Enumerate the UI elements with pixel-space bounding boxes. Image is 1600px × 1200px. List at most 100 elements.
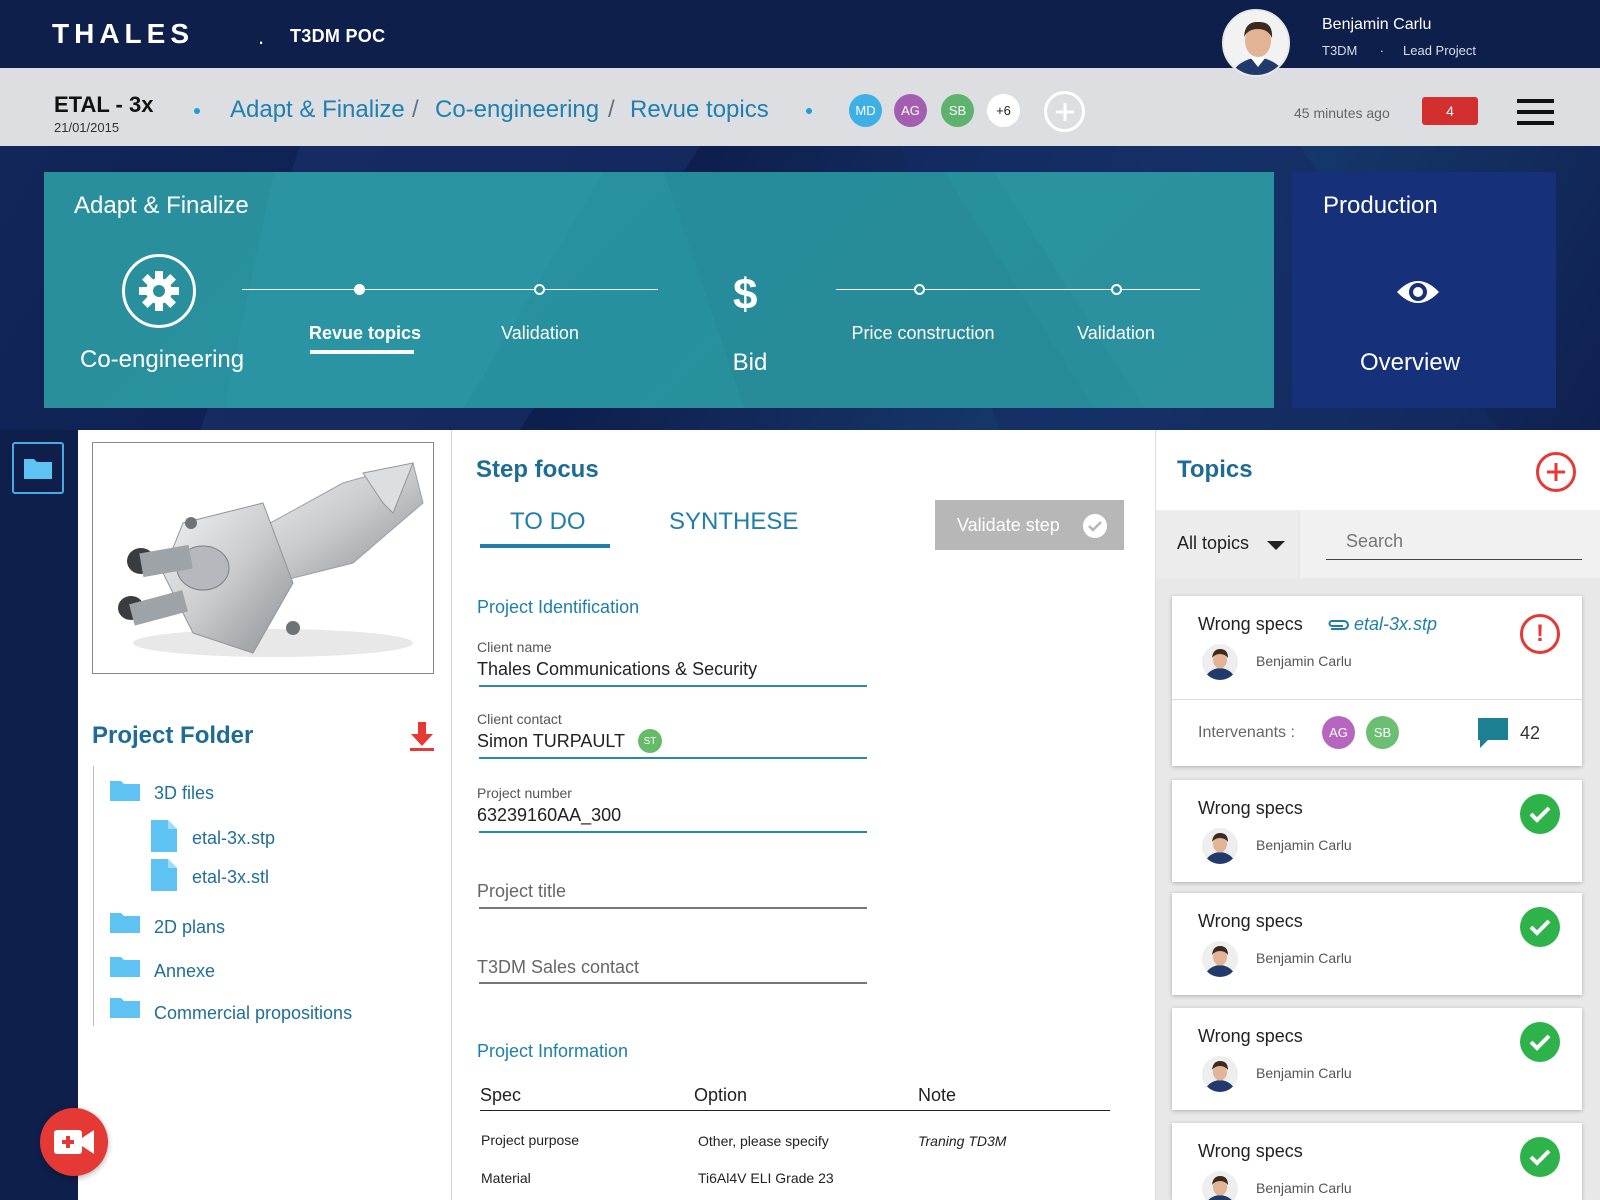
topic-author: Benjamin Carlu <box>1256 837 1352 853</box>
member-avatar-sb[interactable]: SB <box>941 94 974 127</box>
user-organization: T3DM <box>1322 43 1358 58</box>
client-contact-field[interactable]: Simon TURPAULT <box>477 731 625 752</box>
folder-commercial-propositions[interactable]: Commercial propositions <box>154 1003 352 1024</box>
brand-logo: THALES <box>52 18 194 49</box>
intervenant-avatar-ag[interactable]: AG <box>1322 716 1355 749</box>
search-input[interactable] <box>1326 524 1582 560</box>
client-name-field[interactable]: Thales Communications & Security <box>477 659 757 680</box>
user-avatar[interactable] <box>1222 9 1290 77</box>
active-tab-underline <box>480 544 610 548</box>
section-title-information: Project Information <box>477 1041 629 1061</box>
active-step-underline <box>310 350 414 354</box>
coengineering-phase-button[interactable] <box>122 254 196 328</box>
comment-count: 42 <box>1520 723 1541 743</box>
user-role: Lead Project <box>1403 43 1476 58</box>
project-folder-title: Project Folder <box>92 722 254 749</box>
table-cell[interactable]: Ti6Al4V ELI Grade 23 <box>698 1170 834 1186</box>
breadcrumb-item-adapt[interactable]: Adapt & Finalize <box>230 96 405 124</box>
client-name-label: Client name <box>477 639 552 655</box>
step-revue-topics[interactable]: Revue topics <box>300 323 430 344</box>
tab-synthese[interactable]: SYNTHESE <box>669 508 798 536</box>
breadcrumb-item-coengineering[interactable]: Co-engineering <box>435 96 599 124</box>
plus-icon <box>1055 102 1074 121</box>
folder-3d-files[interactable]: 3D files <box>154 783 214 804</box>
start-video-call-button[interactable] <box>40 1108 108 1176</box>
topic-title: Wrong specs <box>1198 1141 1303 1161</box>
folder-icon <box>110 957 140 977</box>
topic-card[interactable]: Wrong specs Benjamin Carlu <box>1172 1008 1582 1110</box>
comment-icon[interactable] <box>1478 718 1508 748</box>
folder-icon <box>110 781 140 801</box>
folder-annexe[interactable]: Annexe <box>154 961 215 982</box>
member-avatar-ag[interactable]: AG <box>894 94 927 127</box>
add-topic-button[interactable] <box>1536 452 1576 492</box>
overview-label[interactable]: Overview <box>1360 349 1460 377</box>
topic-attachment-link[interactable]: etal-3x.stp <box>1354 614 1437 635</box>
breadcrumb-dot <box>806 108 812 114</box>
contact-avatar-chip: ST <box>638 729 662 753</box>
topic-card[interactable]: Wrong specs Benjamin Carlu <box>1172 780 1582 882</box>
folder-icon <box>110 913 140 933</box>
author-portrait-icon <box>1202 828 1238 864</box>
file-icon <box>151 859 177 891</box>
timeline-dot <box>914 284 925 295</box>
author-avatar <box>1202 644 1238 680</box>
product-image[interactable] <box>92 442 434 674</box>
project-number-field[interactable]: 63239160AA_300 <box>477 805 621 826</box>
notification-badge[interactable]: 4 <box>1422 97 1478 125</box>
more-members-count[interactable]: +6 <box>987 94 1020 127</box>
eye-icon[interactable] <box>1395 276 1441 308</box>
file-etal-3x-stp[interactable]: etal-3x.stp <box>192 828 275 849</box>
file-icon <box>151 820 177 852</box>
table-cell[interactable]: Other, please specify <box>698 1133 829 1149</box>
table-cell-note[interactable]: Traning TD3M <box>918 1133 1006 1149</box>
author-avatar <box>1202 828 1238 864</box>
download-icon[interactable] <box>408 722 436 752</box>
dollar-icon[interactable]: $ <box>733 270 757 320</box>
tree-guide-line <box>93 766 94 1026</box>
member-avatar-md[interactable]: MD <box>849 94 882 127</box>
topic-card[interactable]: Wrong specs Benjamin Carlu <box>1172 1123 1582 1200</box>
author-portrait-icon <box>1202 1171 1238 1200</box>
file-etal-3x-stl[interactable]: etal-3x.stl <box>192 867 269 888</box>
step-price-construction[interactable]: Price construction <box>838 323 1008 344</box>
topic-title: Wrong specs <box>1198 798 1303 818</box>
sales-contact-field[interactable]: T3DM Sales contact <box>477 957 639 978</box>
alert-icon: ! <box>1520 614 1560 654</box>
step-validation[interactable]: Validation <box>480 323 600 344</box>
left-rail <box>0 430 78 1200</box>
user-separator: . <box>1380 40 1384 55</box>
card-divider <box>1172 699 1582 700</box>
phase-label-bid: Bid <box>732 349 768 376</box>
project-date: 21/01/2015 <box>54 120 120 135</box>
breadcrumb-item-revue-topics[interactable]: Revue topics <box>630 96 769 124</box>
folder-2d-plans[interactable]: 2D plans <box>154 917 225 938</box>
table-header-option: Option <box>694 1085 748 1105</box>
svg-text:THALES: THALES <box>52 18 194 49</box>
plus-icon <box>1547 463 1565 481</box>
topic-author: Benjamin Carlu <box>1256 950 1352 966</box>
topic-card[interactable]: Wrong specs etal-3x.stp ! Benjamin Carlu… <box>1172 596 1582 766</box>
step-validation-bid[interactable]: Validation <box>1056 323 1176 344</box>
project-folder-toggle[interactable] <box>12 442 64 494</box>
breadcrumb-separator: / <box>412 96 419 123</box>
folder-icon <box>110 998 140 1018</box>
stage-title: Adapt & Finalize <box>74 192 249 219</box>
add-member-button[interactable] <box>1044 91 1085 132</box>
topic-title: Wrong specs <box>1198 911 1303 931</box>
author-avatar <box>1202 1171 1238 1200</box>
intervenant-avatar-sb[interactable]: SB <box>1366 716 1399 749</box>
production-title: Production <box>1323 192 1438 219</box>
topic-card[interactable]: Wrong specs Benjamin Carlu <box>1172 893 1582 995</box>
project-title-field[interactable]: Project title <box>477 881 566 902</box>
video-add-icon <box>54 1130 94 1154</box>
author-portrait-icon <box>1202 941 1238 977</box>
tab-todo[interactable]: TO DO <box>510 508 586 536</box>
phase-label-coengineering: Co-engineering <box>80 346 245 373</box>
table-cell: Project purpose <box>481 1132 580 1148</box>
topic-author: Benjamin Carlu <box>1256 653 1352 669</box>
folder-icon <box>24 459 52 479</box>
menu-icon[interactable] <box>1517 99 1554 125</box>
step-focus-title: Step focus <box>476 456 599 483</box>
author-portrait-icon <box>1202 644 1238 680</box>
